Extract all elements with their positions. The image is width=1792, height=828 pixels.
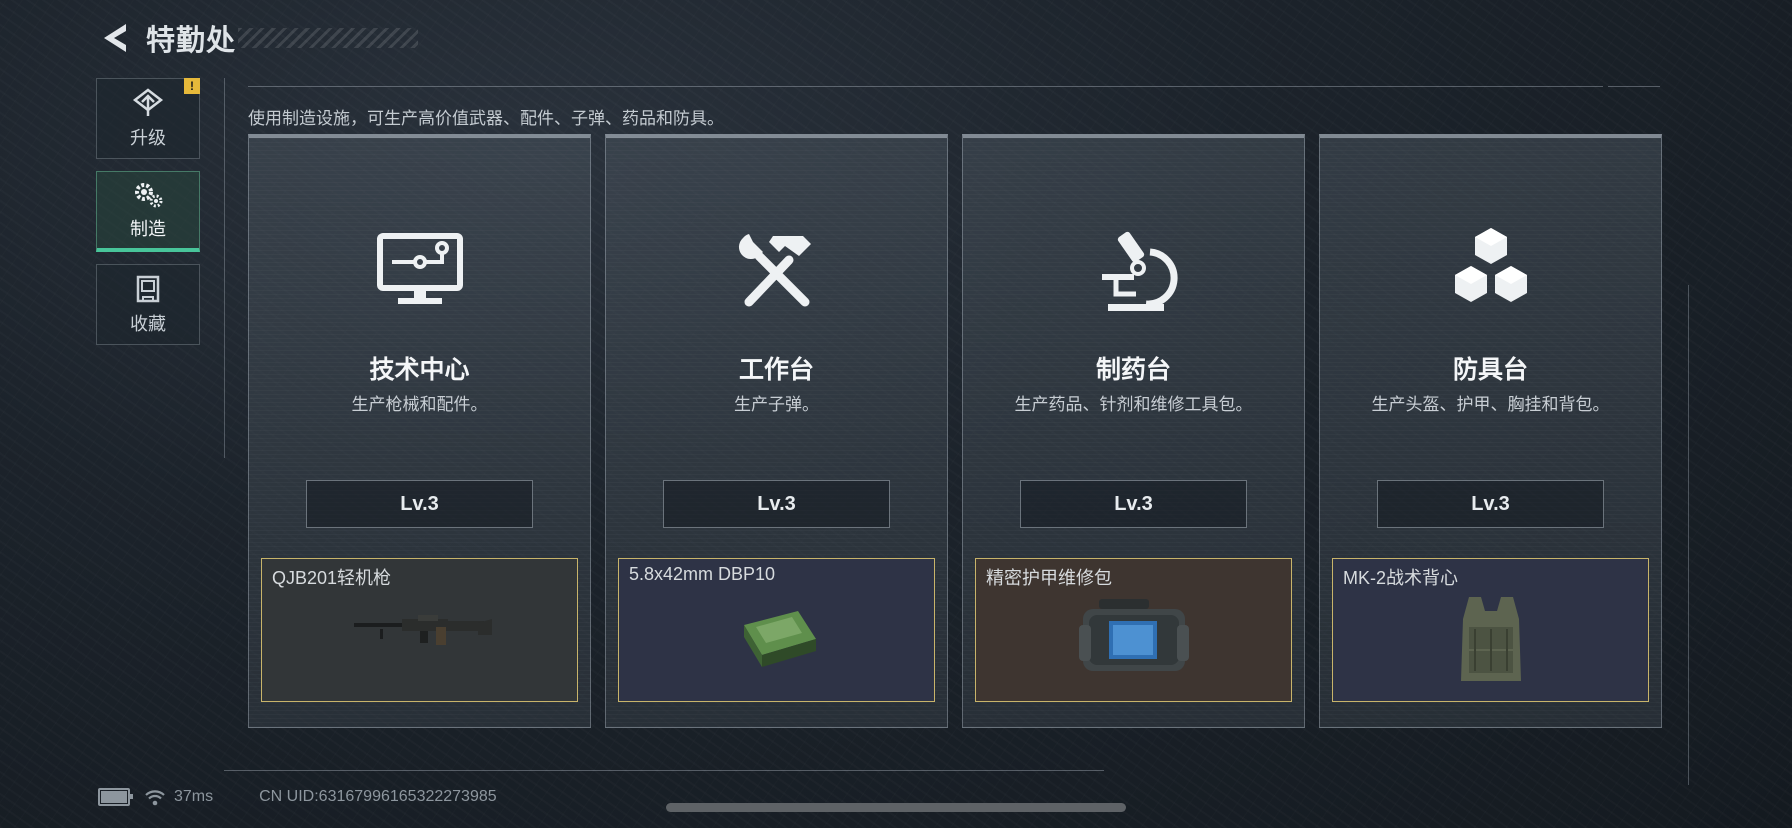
title-decoration (238, 28, 419, 48)
facility-card-tech-center[interactable]: 技术中心 生产枪械和配件。 Lv.3 QJB201轻机枪 (248, 134, 591, 728)
item-name: 5.8x42mm DBP10 (629, 564, 776, 584)
sidebar-item-label: 制造 (130, 219, 166, 239)
sidebar-item-collection[interactable]: 收藏 (96, 264, 200, 345)
ping-value: 37ms (174, 788, 214, 805)
production-item[interactable]: QJB201轻机枪 (261, 558, 578, 702)
card-description: 生产头盔、护甲、胸挂和背包。 (1371, 395, 1610, 414)
gears-icon (135, 183, 163, 208)
machine-gun-image (353, 615, 492, 645)
level-button[interactable]: Lv.3 (1377, 480, 1604, 528)
card-title: 工作台 (738, 356, 814, 384)
cubes-icon (1454, 228, 1527, 302)
card-description: 生产子弹。 (734, 395, 819, 414)
production-item[interactable]: MK-2战术背心 (1332, 558, 1649, 702)
left-guide-line (224, 78, 225, 458)
card-title: 制药台 (1095, 356, 1171, 384)
home-indicator[interactable] (666, 803, 1126, 812)
collection-icon (136, 275, 160, 302)
top-divider-right (1608, 86, 1660, 87)
microscope-icon (1101, 231, 1177, 311)
sidebar: ! 升级 制造 收藏 (96, 78, 202, 357)
card-title: 防具台 (1452, 356, 1528, 384)
page-title: 特勤处 (146, 25, 237, 57)
battery-icon (98, 788, 133, 806)
level-button[interactable]: Lv.3 (663, 480, 890, 528)
facility-card-pharmacy[interactable]: 制药台 生产药品、针剂和维修工具包。 Lv.3 精密护甲维修包 (962, 134, 1305, 728)
back-arrow-icon (104, 24, 126, 52)
hammer-wrench-icon (738, 234, 811, 307)
sidebar-item-label: 收藏 (130, 313, 166, 334)
facility-cards: 技术中心 生产枪械和配件。 Lv.3 QJB201轻机枪 工作台 生产子弹。 L… (248, 134, 1662, 728)
level-button[interactable]: Lv.3 (306, 480, 533, 528)
sidebar-item-manufacture[interactable]: 制造 (96, 171, 200, 252)
header: 特勤处 (96, 18, 419, 58)
card-title: 技术中心 (369, 356, 470, 384)
tactical-vest-image (1460, 597, 1521, 681)
back-button[interactable] (96, 18, 132, 58)
production-item[interactable]: 精密护甲维修包 (975, 558, 1292, 702)
top-divider (248, 86, 1603, 87)
upgrade-icon (132, 87, 164, 116)
card-description: 生产药品、针剂和维修工具包。 (1014, 395, 1253, 414)
uid-text: CN UID:6316799616532227398​5 (259, 788, 497, 805)
item-name: QJB201轻机枪 (272, 568, 392, 588)
production-item[interactable]: 5.8x42mm DBP10 (618, 558, 935, 702)
ammo-box-image (743, 611, 816, 667)
item-name: MK-2战术背心 (1343, 568, 1459, 588)
repair-kit-bag-image (1078, 599, 1189, 671)
description: 使用制造设施，可生产高价值武器、配件、子弹、药品和防具。 (248, 109, 724, 128)
facility-card-armor[interactable]: 防具台 生产头盔、护甲、胸挂和背包。 Lv.3 MK-2战术背心 (1319, 134, 1662, 728)
status-bar: 37ms CN UID:6316799616532227398​5 (98, 788, 497, 806)
bottom-divider (224, 770, 1104, 771)
sidebar-item-upgrade[interactable]: ! 升级 (96, 78, 200, 159)
right-guide-line (1688, 285, 1689, 785)
level-button[interactable]: Lv.3 (1020, 480, 1247, 528)
item-name: 精密护甲维修包 (986, 568, 1112, 588)
wifi-icon (145, 790, 165, 806)
facility-card-workbench[interactable]: 工作台 生产子弹。 Lv.3 5.8x42mm DBP10 (605, 134, 948, 728)
sidebar-item-label: 升级 (130, 127, 166, 148)
warning-badge: ! (184, 78, 200, 94)
card-description: 生产枪械和配件。 (351, 395, 488, 414)
monitor-circuit-icon (376, 233, 463, 304)
